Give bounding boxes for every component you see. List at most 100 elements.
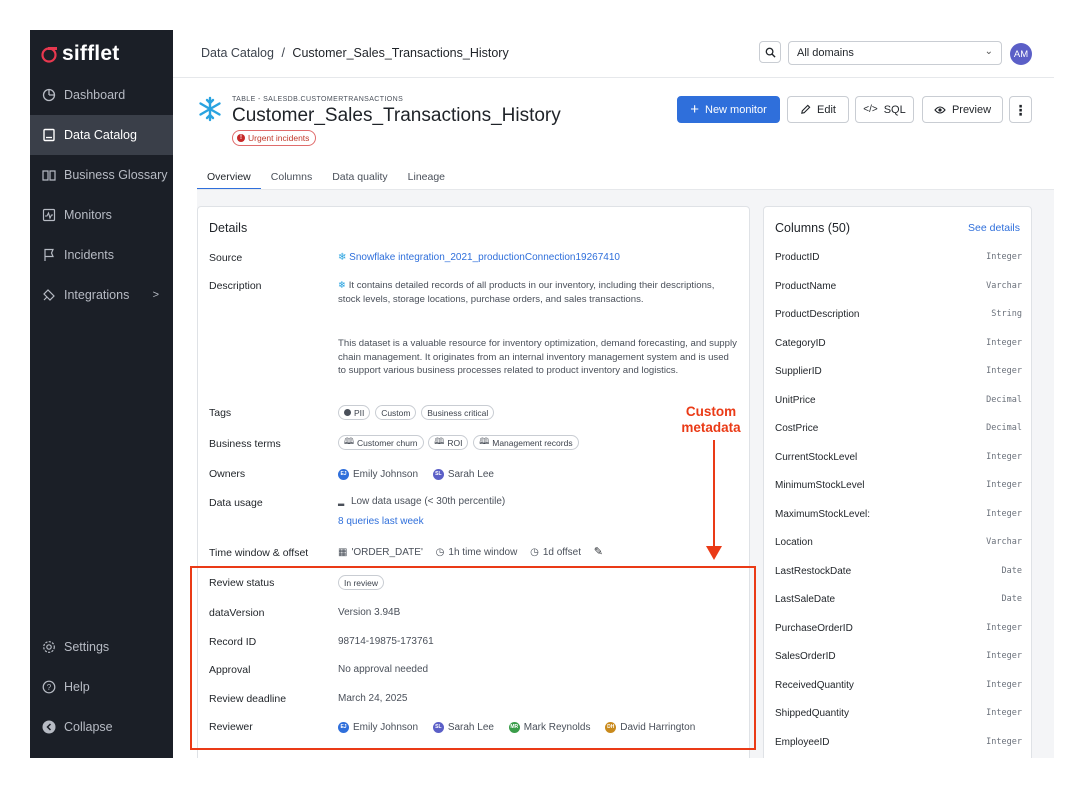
urgent-incidents-badge[interactable]: ! Urgent incidents (232, 130, 317, 146)
column-name: ProductID (775, 252, 820, 263)
owner[interactable]: SL Sarah Lee (432, 468, 494, 480)
column-name: MaximumStockLevel: (775, 508, 871, 520)
column-row[interactable]: Location Varchar (775, 537, 1022, 557)
tag-label: PII (354, 407, 365, 418)
column-row[interactable]: CostPrice Decimal (775, 423, 1022, 443)
column-row[interactable]: SalesOrderID Integer (775, 651, 1022, 671)
business-terms-list: 🕮 Customer churn 🕮 ROI 🕮 Management records (338, 435, 581, 450)
term-management-records[interactable]: 🕮 Management records (473, 435, 579, 450)
sidebar-item-dashboard[interactable]: Dashboard (30, 75, 173, 115)
tab-data-quality[interactable]: Data quality (322, 160, 397, 190)
avatar: EJ (338, 468, 349, 480)
columns-card: Columns (50) See details ProductID Intege… (763, 206, 1032, 758)
column-row[interactable]: SupplierID Integer (775, 366, 1022, 386)
sidebar-item-help[interactable]: ? Help (30, 667, 173, 707)
column-name: SupplierID (775, 366, 822, 377)
code-icon: </> (863, 104, 878, 115)
sql-button[interactable]: </> SQL (855, 96, 914, 123)
sifflet-logo[interactable]: sifflet (40, 42, 119, 66)
urgent-badge-label: Urgent incidents (248, 133, 310, 143)
sidebar-item-integrations[interactable]: Integrations > (30, 275, 173, 315)
term-customer-churn[interactable]: 🕮 Customer churn (338, 435, 424, 450)
column-row[interactable]: ProductName Varchar (775, 281, 1022, 301)
annotation-arrow-head (706, 546, 722, 560)
history-icon: ◷ (435, 547, 445, 558)
source-label: Source (209, 252, 243, 264)
column-row[interactable]: ProductDescription String (775, 309, 1022, 329)
time-offset: ◷ 1d offset (530, 547, 581, 558)
time-window-text: 1h time window (448, 547, 518, 558)
column-type: Integer (986, 451, 1022, 462)
plug-icon (42, 288, 56, 302)
breadcrumb-root[interactable]: Data Catalog (201, 46, 274, 60)
sidebar-item-monitors[interactable]: Monitors (30, 195, 173, 235)
data-usage-text: Low data usage (< 30th percentile) (350, 496, 506, 507)
column-name: ProductDescription (775, 309, 860, 320)
column-name: SalesOrderID (775, 651, 836, 662)
pencil-icon[interactable]: ✎ (594, 546, 603, 558)
column-row[interactable]: EmployeeID Integer (775, 737, 1022, 757)
description-paragraph-2: This dataset is a valuable resource for … (338, 338, 737, 376)
tag-custom[interactable]: Custom (375, 405, 417, 420)
column-type: Integer (986, 736, 1022, 747)
column-row[interactable]: PurchaseOrderID Integer (775, 623, 1022, 643)
column-type: Integer (986, 679, 1022, 690)
more-options-button[interactable]: ⋮ (1009, 96, 1032, 123)
sidebar-item-data-catalog[interactable]: Data Catalog (30, 115, 173, 155)
term-roi[interactable]: 🕮 ROI (428, 435, 469, 450)
source-value[interactable]: ❄ Snowflake integration_2021_productionC… (338, 252, 620, 263)
source-link[interactable]: Snowflake integration_2021_productionCon… (349, 252, 620, 263)
sidebar-item-label: Dashboard (64, 88, 126, 102)
tab-overview[interactable]: Overview (197, 160, 261, 190)
column-name: ProductName (775, 280, 837, 292)
column-type: Integer (986, 708, 1022, 718)
tab-lineage[interactable]: Lineage (398, 160, 455, 190)
preview-button[interactable]: Preview (922, 96, 1003, 123)
column-row[interactable]: LastSaleDate Date (775, 594, 1022, 614)
queries-link[interactable]: 8 queries last week (338, 516, 424, 527)
column-row[interactable]: ShippedQuantity Integer (775, 708, 1022, 728)
domain-select[interactable]: All domains ⌄ (788, 41, 1002, 65)
business-terms-label: Business terms (209, 438, 281, 450)
column-row[interactable]: UnitPrice Decimal (775, 395, 1022, 415)
shield-icon (344, 409, 351, 416)
tag-pii[interactable]: PII (338, 405, 371, 420)
search-icon (765, 47, 776, 58)
column-name: ReceivedQuantity (775, 679, 854, 691)
sidebar-item-collapse[interactable]: Collapse (30, 707, 173, 747)
column-row[interactable]: MaximumStockLevel: Integer (775, 509, 1022, 529)
column-row[interactable]: ProductID Integer (775, 252, 1022, 272)
sidebar-item-label: Business Glossary (64, 168, 168, 182)
column-type: String (991, 309, 1022, 319)
column-type: Integer (986, 622, 1022, 633)
column-row[interactable]: CurrentStockLevel Integer (775, 452, 1022, 472)
app-window: sifflet Dashboard Data Catalog Business … (30, 30, 1054, 758)
column-row[interactable]: MinimumStockLevel Integer (775, 480, 1022, 500)
column-name: LastSaleDate (775, 594, 836, 605)
column-row[interactable]: LastRestockDate Date (775, 566, 1022, 586)
dashboard-icon (42, 88, 56, 102)
new-monitor-button[interactable]: + New monitor (677, 96, 780, 123)
sidebar-item-settings[interactable]: Settings (30, 627, 173, 667)
column-row[interactable]: ReceivedQuantity Integer (775, 680, 1022, 700)
sidebar-item-business-glossary[interactable]: Business Glossary (30, 155, 173, 195)
term-label: ROI (447, 437, 463, 448)
time-field: ▦ 'ORDER_DATE' (338, 547, 423, 558)
owner[interactable]: EJ Emily Johnson (338, 468, 418, 480)
see-details-link[interactable]: See details (968, 222, 1020, 234)
column-name: UnitPrice (775, 394, 816, 406)
description-text-1: It contains detailed records of all prod… (338, 280, 715, 305)
search-button[interactable] (759, 41, 781, 63)
user-avatar[interactable]: AM (1010, 43, 1032, 65)
breadcrumb: Data Catalog / Customer_Sales_Transactio… (201, 46, 509, 60)
tag-business-critical[interactable]: Business critical (421, 405, 495, 420)
kebab-icon: ⋮ (1013, 101, 1028, 118)
column-type: Integer (986, 480, 1022, 490)
column-name: Location (775, 537, 813, 548)
column-row[interactable]: CategoryID Integer (775, 338, 1022, 358)
tab-columns[interactable]: Columns (261, 160, 322, 190)
sidebar-item-incidents[interactable]: Incidents (30, 235, 173, 275)
time-field-text: 'ORDER_DATE' (351, 547, 423, 558)
edit-button[interactable]: Edit (787, 96, 849, 123)
column-type: Varchar (986, 280, 1022, 291)
